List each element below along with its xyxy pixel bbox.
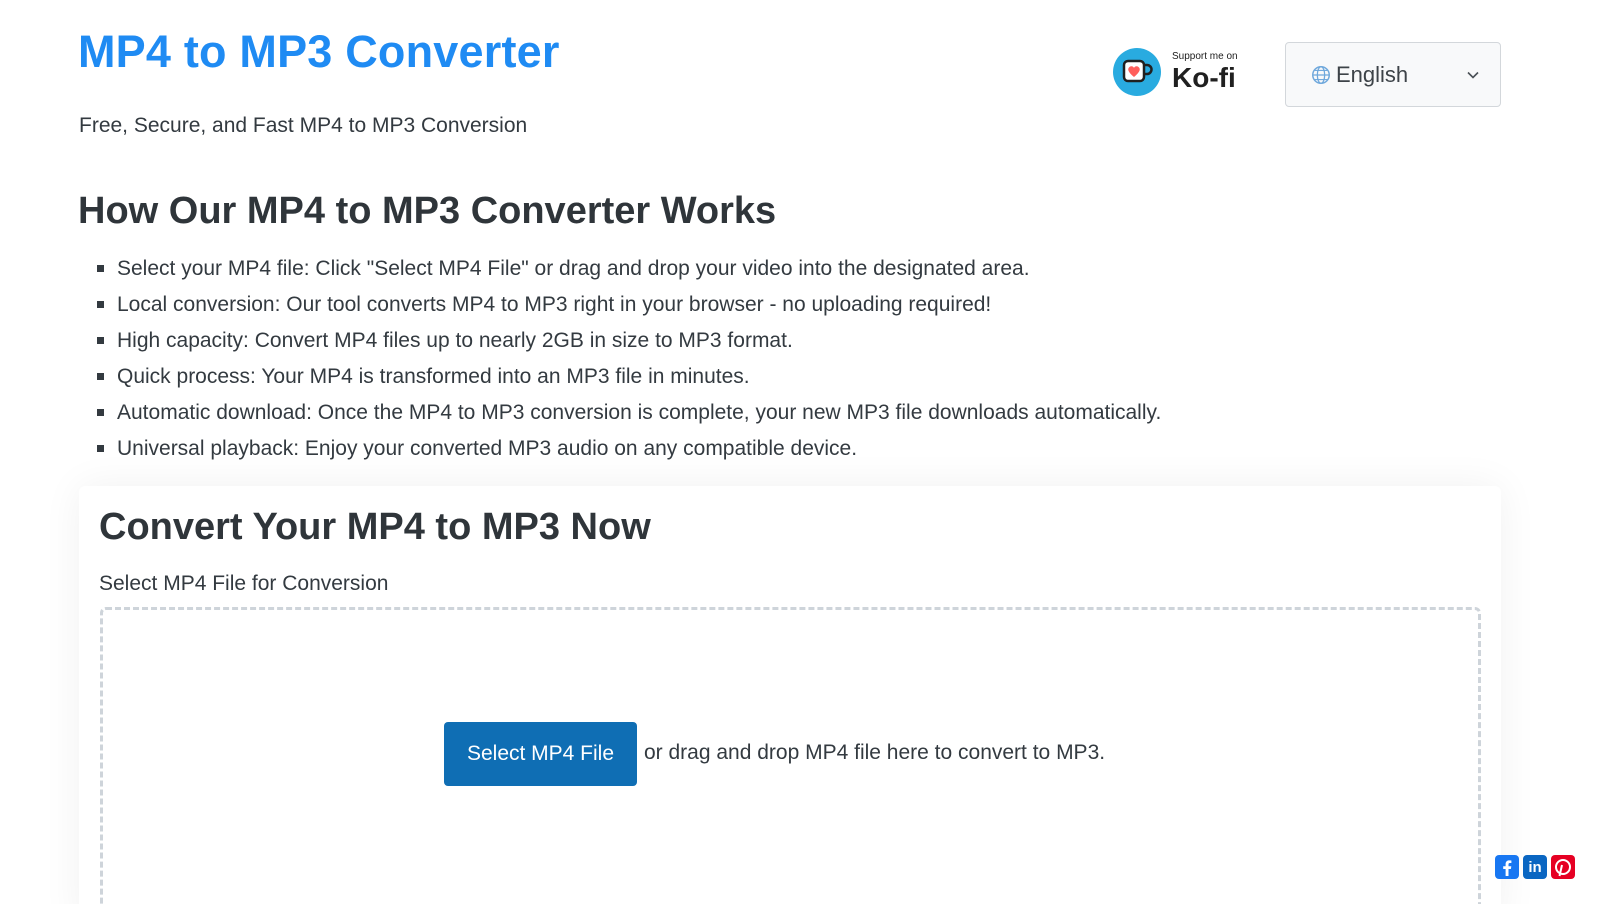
converter-card: Convert Your MP4 to MP3 Now Select MP4 F… — [79, 486, 1501, 904]
step-text: Automatic download: Once the MP4 to MP3 … — [117, 401, 1162, 424]
facebook-share-button[interactable] — [1495, 855, 1519, 879]
kofi-brand-label: Ko-fi — [1172, 62, 1236, 93]
bullet-icon — [97, 301, 104, 308]
step-text: Quick process: Your MP4 is transformed i… — [117, 365, 750, 388]
step-text: Universal playback: Enjoy your converted… — [117, 437, 858, 460]
bullet-icon — [97, 409, 104, 416]
pinterest-icon — [1555, 859, 1571, 877]
list-item: Select your MP4 file: Click "Select MP4 … — [97, 251, 1161, 287]
chevron-down-icon — [1467, 71, 1479, 79]
bullet-icon — [97, 445, 104, 452]
step-text: Local conversion: Our tool converts MP4 … — [117, 293, 992, 316]
how-it-works-heading: How Our MP4 to MP3 Converter Works — [78, 190, 777, 232]
step-text: Select your MP4 file: Click "Select MP4 … — [117, 257, 1030, 280]
kofi-small-label: Support me on — [1172, 51, 1238, 62]
tagline: Free, Secure, and Fast MP4 to MP3 Conver… — [79, 114, 528, 137]
linkedin-icon: in — [1528, 858, 1542, 876]
step-text: High capacity: Convert MP4 files up to n… — [117, 329, 793, 352]
list-item: Automatic download: Once the MP4 to MP3 … — [97, 395, 1161, 431]
pinterest-share-button[interactable] — [1551, 855, 1575, 879]
how-it-works-list: Select your MP4 file: Click "Select MP4 … — [97, 251, 1161, 467]
list-item: Local conversion: Our tool converts MP4 … — [97, 287, 1161, 323]
list-item: Quick process: Your MP4 is transformed i… — [97, 359, 1161, 395]
list-item: Universal playback: Enjoy your converted… — [97, 431, 1161, 467]
globe-icon — [1312, 65, 1330, 84]
select-file-button[interactable]: Select MP4 File — [444, 722, 637, 786]
linkedin-share-button[interactable]: in — [1523, 855, 1547, 879]
bullet-icon — [97, 337, 104, 344]
site-title: MP4 to MP3 Converter — [78, 26, 560, 77]
bullet-icon — [97, 373, 104, 380]
bullet-icon — [97, 265, 104, 272]
language-selected-value: English — [1336, 61, 1409, 87]
kofi-cup-icon — [1113, 48, 1161, 96]
list-item: High capacity: Convert MP4 files up to n… — [97, 323, 1161, 359]
facebook-icon — [1503, 860, 1512, 876]
file-dropzone[interactable]: Select MP4 File or drag and drop MP4 fil… — [100, 607, 1481, 904]
dropzone-hint: or drag and drop MP4 file here to conver… — [644, 741, 1106, 764]
converter-heading: Convert Your MP4 to MP3 Now — [99, 506, 651, 548]
file-field-label: Select MP4 File for Conversion — [99, 572, 389, 595]
kofi-text: Support me on Ko-fi — [1172, 52, 1238, 92]
language-select[interactable]: English — [1285, 42, 1501, 107]
page: MP4 to MP3 Converter Free, Secure, and F… — [0, 0, 1598, 904]
kofi-support-link[interactable]: Support me on Ko-fi — [1113, 46, 1253, 98]
